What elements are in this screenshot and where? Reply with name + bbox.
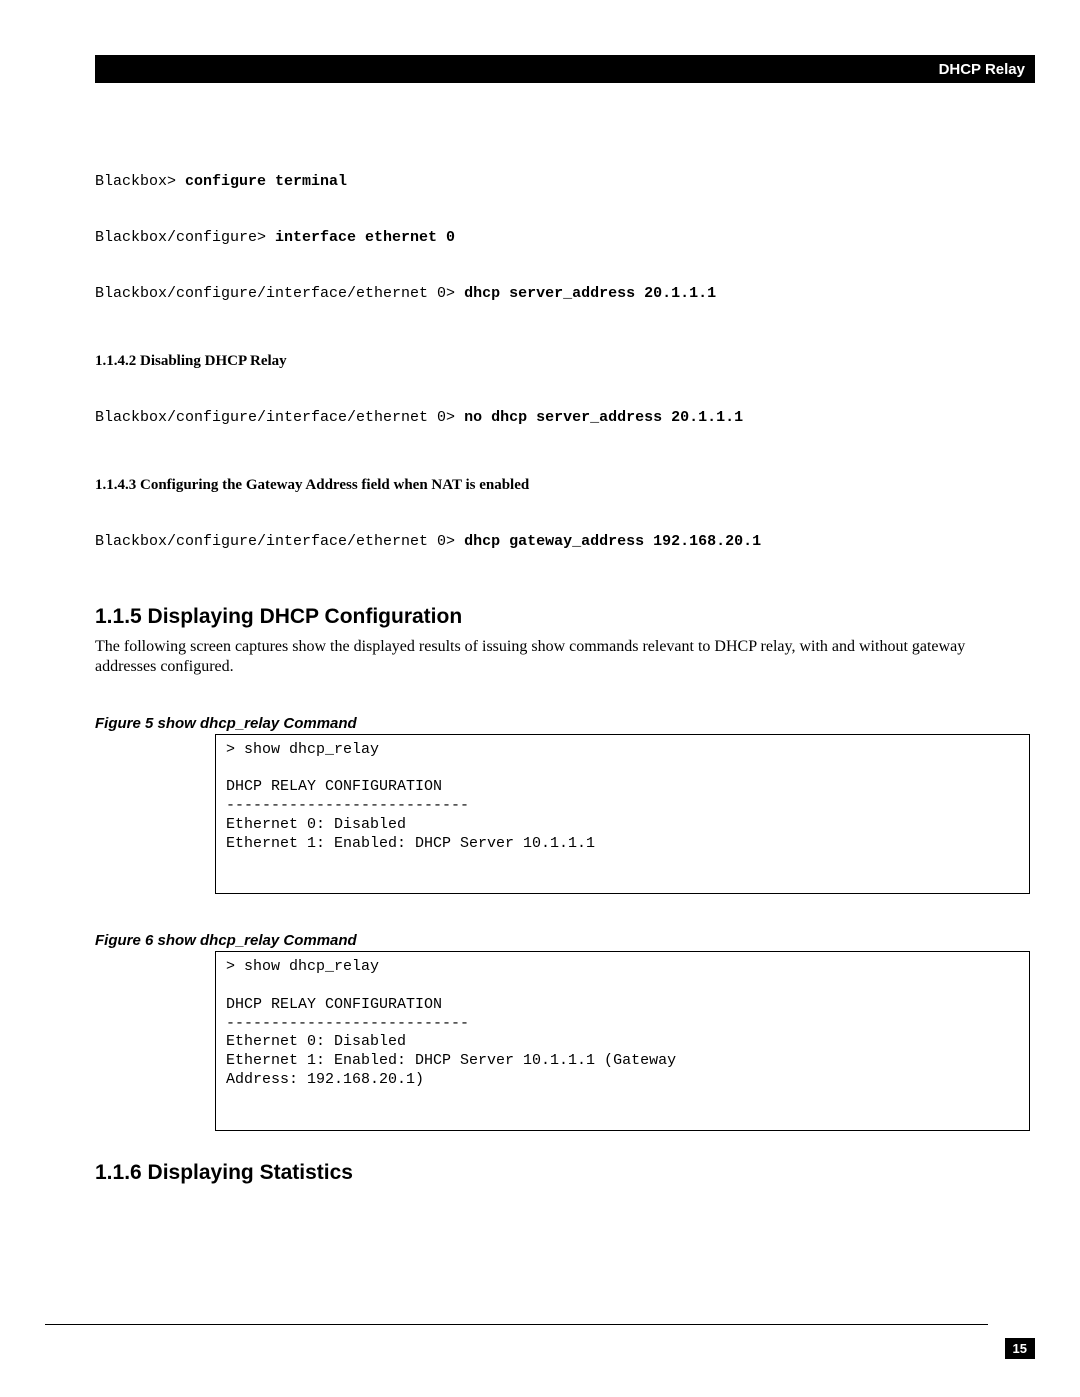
terminal-block-3: Blackbox/configure/interface/ethernet 0>… bbox=[95, 495, 1030, 589]
page-content: Blackbox> configure terminal Blackbox/co… bbox=[95, 135, 1030, 1193]
terminal-block-2: Blackbox/configure/interface/ethernet 0>… bbox=[95, 371, 1030, 465]
section-heading-116: 1.1.6 Displaying Statistics bbox=[95, 1161, 1030, 1185]
section-body-115: The following screen captures show the d… bbox=[95, 637, 1030, 677]
footer-rule bbox=[45, 1324, 988, 1325]
header-bar: DHCP Relay bbox=[95, 55, 1035, 83]
figure-5-caption: Figure 5 show dhcp_relay Command bbox=[95, 715, 1030, 732]
command: dhcp gateway_address 192.168.20.1 bbox=[464, 533, 761, 550]
terminal-block-1: Blackbox> configure terminal Blackbox/co… bbox=[95, 135, 1030, 341]
prompt: Blackbox> bbox=[95, 173, 185, 190]
command: dhcp server_address 20.1.1.1 bbox=[464, 285, 716, 302]
prompt: Blackbox/configure/interface/ethernet 0> bbox=[95, 285, 464, 302]
subsection-heading-1142: 1.1.4.2 Disabling DHCP Relay bbox=[95, 353, 1030, 370]
prompt: Blackbox/configure/interface/ethernet 0> bbox=[95, 533, 464, 550]
figure-5-code: > show dhcp_relay DHCP RELAY CONFIGURATI… bbox=[215, 734, 1030, 895]
page-number: 15 bbox=[1005, 1338, 1035, 1359]
section-heading-115: 1.1.5 Displaying DHCP Configuration bbox=[95, 605, 1030, 629]
figure-6-code: > show dhcp_relay DHCP RELAY CONFIGURATI… bbox=[215, 951, 1030, 1130]
figure-6-caption: Figure 6 show dhcp_relay Command bbox=[95, 932, 1030, 949]
command: no dhcp server_address 20.1.1.1 bbox=[464, 409, 743, 426]
prompt: Blackbox/configure/interface/ethernet 0> bbox=[95, 409, 464, 426]
command: interface ethernet 0 bbox=[275, 229, 455, 246]
prompt: Blackbox/configure> bbox=[95, 229, 275, 246]
command: configure terminal bbox=[185, 173, 347, 190]
header-title: DHCP Relay bbox=[939, 61, 1025, 78]
subsection-heading-1143: 1.1.4.3 Configuring the Gateway Address … bbox=[95, 477, 1030, 494]
